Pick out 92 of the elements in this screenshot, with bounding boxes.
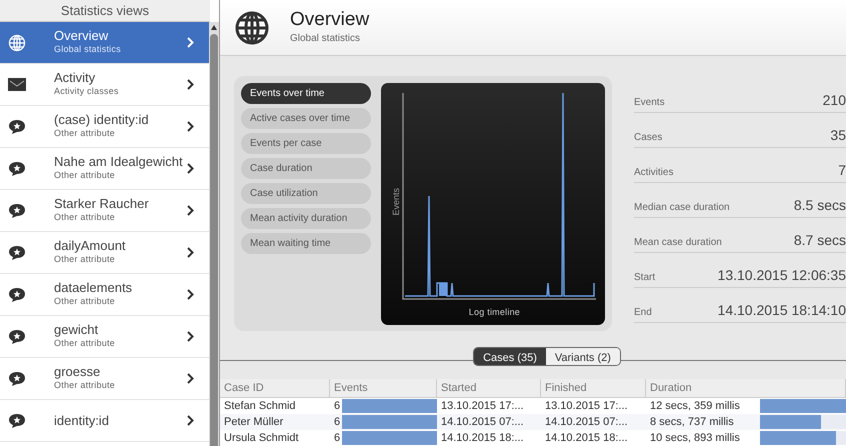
speech-bubble-star-icon [9,288,25,302]
page-title: Overview [290,9,370,32]
chevron-right-icon [187,373,194,384]
scroll-up-icon[interactable] [211,25,218,30]
page-subtitle: Global statistics [290,32,362,46]
chevron-right-icon [187,331,194,342]
speech-bubble-star-icon [9,372,25,386]
chart-view-button[interactable]: Active cases over time [241,108,371,130]
item-label: Starker Raucher [54,196,150,212]
item-sublabel: Other attribute [54,253,116,266]
sidebar-title: Statistics views [0,0,210,22]
table-cell-text: Ursula Schmidt [223,431,300,446]
item-label: groesse [54,364,102,380]
column-header[interactable]: Duration [646,379,846,397]
chevron-right-icon [187,289,194,300]
stat-value: 8.5 secs [794,196,846,216]
column-header[interactable]: Case ID [220,379,330,397]
globe-icon [8,34,26,52]
tab[interactable]: Variants (2) [546,348,620,366]
chart-view-button[interactable]: Mean waiting time [241,233,371,254]
stat-label: Median case duration [634,201,730,216]
item-label: Activity [54,70,96,86]
column-header[interactable]: Events [330,379,437,397]
table-cell-text: 10 secs, 893 millis [650,431,741,446]
chevron-right-icon [187,121,194,132]
chevron-right-icon [187,415,194,426]
stat-label: Activities [634,166,674,180]
column-header[interactable]: Finished [541,379,646,397]
chart-view-button[interactable]: Case utilization [241,183,371,204]
table-cell-text: 14.10.2015 18:... [440,431,525,446]
chevron-right-icon [187,163,194,174]
table-cell-text: 8 secs, 737 millis [650,415,735,430]
globe-icon [234,10,270,46]
scrollbar-thumb[interactable] [210,34,218,446]
chart-view-button[interactable]: Mean activity duration [241,208,371,230]
sidebar-item[interactable]: Overview Global statistics [0,22,210,64]
table-cell-text: 14.10.2015 07:... [440,415,525,430]
tab[interactable]: Cases (35) [474,348,546,366]
stat-value: 13.10.2015 12:06:35 [718,266,846,286]
stat-value: 8.7 secs [794,231,846,250]
table-cell-text: 6 [334,399,340,414]
speech-bubble-star-icon [9,330,25,344]
item-sublabel: Global statistics [54,43,122,56]
item-sublabel: Other attribute [54,211,116,224]
item-label: (case) identity:id [54,112,150,128]
table-cell-text: 6 [334,415,340,430]
chevron-right-icon [187,37,194,48]
chart-view-button[interactable]: Events over time [241,83,371,104]
chart-view-button[interactable]: Events per case [241,133,371,154]
table-cell-text: 12 secs, 359 millis [650,399,741,414]
chevron-right-icon [187,79,194,90]
item-sublabel: Other attribute [54,295,116,308]
speech-bubble-star-icon [9,246,25,260]
stat-label: Events [634,96,665,110]
item-sublabel: Other attribute [54,337,116,350]
speech-bubble-star-icon [9,120,25,134]
stat-label: Mean case duration [634,236,722,250]
table-cell-text: 14.10.2015 18:... [544,431,629,446]
chevron-right-icon [187,205,194,216]
item-label: Nahe am Idealgewicht [54,154,184,170]
item-label: Overview [54,28,110,44]
scrollbar[interactable] [209,22,219,446]
stat-label: Start [634,271,656,286]
item-sublabel: Other attribute [54,379,116,392]
table-cell-text: 6 [334,431,340,446]
table-cell-text: Stefan Schmid [223,399,297,414]
speech-bubble-star-icon [9,162,25,176]
item-label: dailyAmount [54,238,127,254]
stat-value: 35 [830,126,846,146]
stat-value: 210 [822,91,846,110]
stat-value: 7 [838,161,846,180]
chart-view-button[interactable]: Case duration [241,158,371,180]
item-sublabel: Other attribute [54,127,116,140]
stat-value: 14.10.2015 18:14:10 [718,301,846,320]
speech-bubble-star-icon [9,414,25,428]
item-sublabel: Other attribute [54,169,116,182]
item-label: identity:id [54,413,110,428]
item-label: gewicht [54,322,100,338]
table-cell-text: 14.10.2015 07:... [544,415,629,430]
speech-bubble-star-icon [9,204,25,218]
item-label: dataelements [54,280,134,296]
table-cell-text: 13.10.2015 17:... [544,399,629,414]
column-header[interactable]: Started [437,379,541,397]
axis-label: Events [390,188,402,216]
stat-label: End [634,306,652,320]
stat-label: Cases [634,131,662,146]
table-cell-text: Peter Müller [223,415,284,430]
item-sublabel: Activity classes [54,85,120,98]
table-cell-text: 13.10.2015 17:... [440,399,525,414]
envelope-icon [8,78,26,91]
axis-label: Log timeline [468,306,520,319]
chevron-right-icon [187,247,194,258]
